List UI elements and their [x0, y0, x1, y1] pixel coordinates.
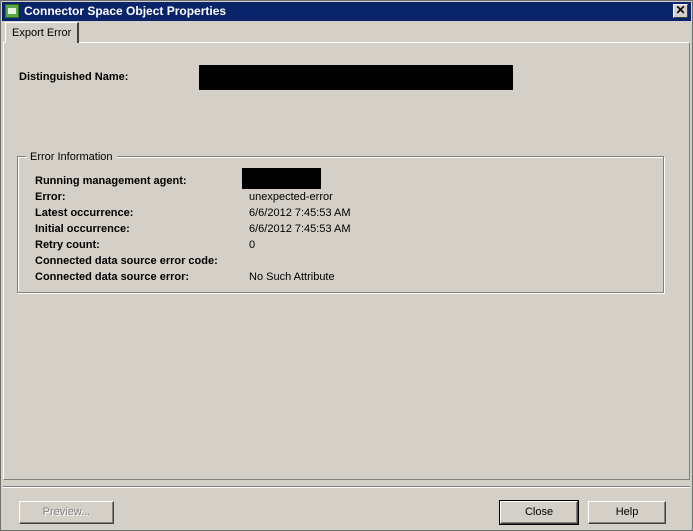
- title-bar[interactable]: Connector Space Object Properties ✕: [2, 2, 691, 21]
- close-window-icon[interactable]: ✕: [673, 4, 688, 18]
- connected-data-source-error-label: Connected data source error:: [35, 271, 190, 283]
- running-management-agent-redacted-value: [242, 168, 321, 189]
- running-management-agent-label: Running management agent:: [35, 175, 187, 187]
- latest-occurrence-value: 6/6/2012 7:45:53 AM: [249, 207, 351, 219]
- properties-dialog: Connector Space Object Properties ✕ Expo…: [0, 0, 693, 531]
- initial-occurrence-value: 6/6/2012 7:45:53 AM: [249, 223, 351, 235]
- tab-export-error[interactable]: Export Error: [5, 22, 80, 43]
- latest-occurrence-label: Latest occurrence:: [35, 207, 134, 219]
- connector-space-icon: [5, 4, 19, 18]
- error-information-title: Error Information: [26, 151, 117, 163]
- retry-count-label: Retry count:: [35, 239, 100, 251]
- preview-button[interactable]: Preview...: [19, 501, 114, 524]
- distinguished-name-label: Distinguished Name:: [19, 71, 129, 83]
- distinguished-name-redacted-value: [199, 65, 513, 90]
- window-title: Connector Space Object Properties: [24, 4, 227, 18]
- connected-data-source-error-value: No Such Attribute: [249, 271, 335, 283]
- retry-count-value: 0: [249, 239, 256, 251]
- initial-occurrence-label: Initial occurrence:: [35, 223, 130, 235]
- footer-separator: [3, 486, 690, 488]
- error-label: Error:: [35, 191, 66, 203]
- error-value: unexpected-error: [249, 191, 333, 203]
- help-button[interactable]: Help: [588, 501, 666, 524]
- connected-data-source-error-code-label: Connected data source error code:: [35, 255, 218, 267]
- close-button[interactable]: Close: [499, 500, 579, 525]
